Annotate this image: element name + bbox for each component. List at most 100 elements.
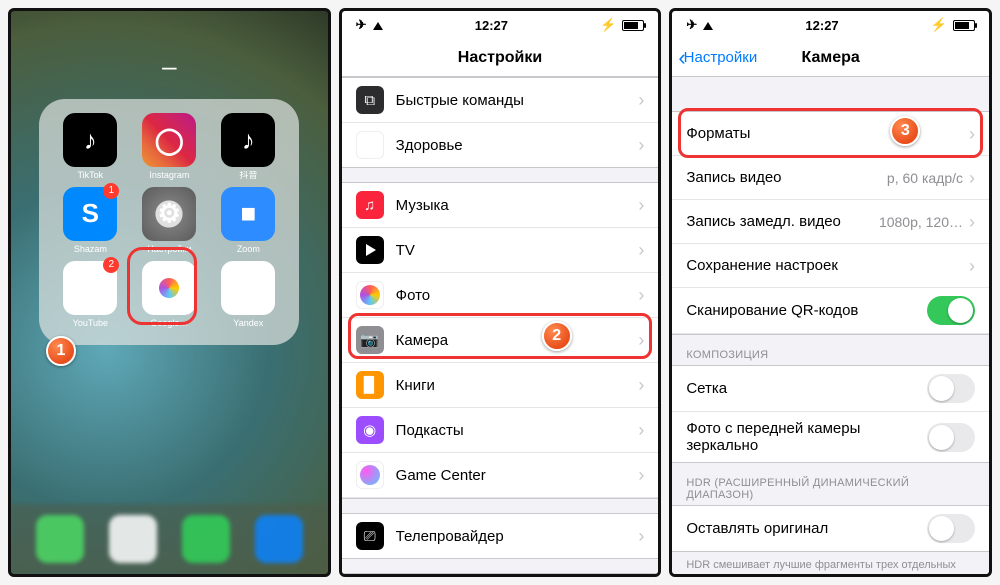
row-record-slomo[interactable]: Запись замедл. видео 1080p, 120… › xyxy=(672,200,989,244)
home-top-spacer: – xyxy=(11,11,328,71)
battery-icon xyxy=(622,20,644,31)
camera-icon: 📷 xyxy=(356,326,384,354)
status-time: 12:27 xyxy=(805,18,838,33)
chevron-right-icon: › xyxy=(638,527,644,545)
instagram-icon: ◯ xyxy=(142,113,196,167)
camera-settings-screen: ✈ 12:27 ⚡ ‹ Настройки Камера Форматы › З… xyxy=(669,8,992,577)
chevron-right-icon: › xyxy=(638,136,644,154)
dock-app[interactable] xyxy=(255,515,303,563)
app-instagram[interactable]: ◯ Instagram xyxy=(134,113,204,181)
app-zoom[interactable]: ■ Zoom xyxy=(213,187,283,255)
provider-icon: ⎚ xyxy=(356,522,384,550)
section: ♫ Музыка › TV › Фото › 📷 Камера › ▉ К xyxy=(342,182,659,499)
signal-icon: ⚡ xyxy=(931,17,947,33)
app-douyin[interactable]: ♪ 抖音 xyxy=(213,113,283,181)
app-label: TikTok xyxy=(55,171,125,181)
section: Форматы › Запись видео р, 60 кадр/с › За… xyxy=(672,111,989,335)
notification-badge: 1 xyxy=(103,183,119,199)
nav-bar: Настройки xyxy=(342,39,659,77)
row-label: Музыка xyxy=(396,197,639,214)
page-title: Настройки xyxy=(458,49,542,67)
row-grid[interactable]: Сетка xyxy=(672,366,989,412)
gamecenter-icon xyxy=(356,461,384,489)
row-camera[interactable]: 📷 Камера › xyxy=(342,318,659,363)
chevron-right-icon: › xyxy=(638,196,644,214)
row-health[interactable]: ♥ Здоровье › xyxy=(342,123,659,167)
row-label: Книги xyxy=(396,377,639,394)
podcasts-icon: ◉ xyxy=(356,416,384,444)
toggle-qr[interactable] xyxy=(927,296,975,325)
section-footer-hdr: HDR смешивает лучшие фрагменты трех отде… xyxy=(672,552,989,574)
row-label: Сетка xyxy=(686,380,927,397)
dock-app[interactable] xyxy=(109,515,157,563)
row-label: Телепровайдер xyxy=(396,528,639,545)
folder-row: ♪ TikTok ◯ Instagram ♪ 抖音 xyxy=(55,113,283,181)
dock-app[interactable] xyxy=(182,515,230,563)
page-title: Камера xyxy=(802,49,860,67)
status-time: 12:27 xyxy=(475,18,508,33)
row-tv[interactable]: TV › xyxy=(342,228,659,273)
tv-icon xyxy=(356,236,384,264)
row-label: Оставлять оригинал xyxy=(686,520,927,537)
chevron-right-icon: › xyxy=(969,257,975,275)
app-label: Shazam xyxy=(55,245,125,255)
row-podcasts[interactable]: ◉ Подкасты › xyxy=(342,408,659,453)
callout-2: 2 xyxy=(542,321,572,351)
app-yandex[interactable]: Y Yandex xyxy=(213,261,283,329)
row-label: Запись видео xyxy=(686,169,887,186)
chevron-right-icon: › xyxy=(969,169,975,187)
camera-body[interactable]: Форматы › Запись видео р, 60 кадр/с › За… xyxy=(672,77,989,574)
row-books[interactable]: ▉ Книги › xyxy=(342,363,659,408)
row-photos[interactable]: Фото › xyxy=(342,273,659,318)
row-qr-scan[interactable]: Сканирование QR-кодов xyxy=(672,288,989,334)
row-keep-original[interactable]: Оставлять оригинал xyxy=(672,506,989,551)
toggle-mirror[interactable] xyxy=(927,423,975,452)
settings-body[interactable]: ⧉ Быстрые команды › ♥ Здоровье › ♫ Музык… xyxy=(342,77,659,574)
chevron-right-icon: › xyxy=(638,331,644,349)
app-label: YouTube xyxy=(55,319,125,329)
row-mirror-front[interactable]: Фото с передней камеры зеркально xyxy=(672,412,989,462)
yandex-icon: Y xyxy=(221,261,275,315)
airplane-icon: ✈ xyxy=(356,17,367,33)
row-provider[interactable]: ⎚ Телепровайдер › xyxy=(342,514,659,558)
row-label: Здоровье xyxy=(396,137,639,154)
zoom-icon: ■ xyxy=(221,187,275,241)
music-icon: ♫ xyxy=(356,191,384,219)
toggle-keep-original[interactable] xyxy=(927,514,975,543)
row-preserve-settings[interactable]: Сохранение настроек › xyxy=(672,244,989,288)
chevron-right-icon: › xyxy=(638,376,644,394)
books-icon: ▉ xyxy=(356,371,384,399)
photos-icon xyxy=(356,281,384,309)
wifi-icon xyxy=(373,18,383,33)
back-button[interactable]: ‹ Настройки xyxy=(678,39,757,76)
toggle-grid[interactable] xyxy=(927,374,975,403)
chevron-right-icon: › xyxy=(638,241,644,259)
settings-icon: ⚙ xyxy=(142,187,196,241)
row-label: Фото с передней камеры зеркально xyxy=(686,420,927,454)
row-label: Быстрые команды xyxy=(396,92,639,109)
app-youtube[interactable]: 2 ▶ YouTube xyxy=(55,261,125,329)
row-shortcuts[interactable]: ⧉ Быстрые команды › xyxy=(342,78,659,123)
dock-app[interactable] xyxy=(36,515,84,563)
health-icon: ♥ xyxy=(356,131,384,159)
row-gamecenter[interactable]: Game Center › xyxy=(342,453,659,498)
row-music[interactable]: ♫ Музыка › xyxy=(342,183,659,228)
app-tiktok[interactable]: ♪ TikTok xyxy=(55,113,125,181)
section: ⧉ Быстрые команды › ♥ Здоровье › xyxy=(342,77,659,168)
row-formats[interactable]: Форматы › xyxy=(672,112,989,156)
row-record-video[interactable]: Запись видео р, 60 кадр/с › xyxy=(672,156,989,200)
chevron-right-icon: › xyxy=(638,286,644,304)
home-screen: – ♪ TikTok ◯ Instagram ♪ 抖音 1 S Shazam xyxy=(8,8,331,577)
row-label: Фото xyxy=(396,287,639,304)
row-value: 1080p, 120… xyxy=(879,214,963,230)
row-label: Game Center xyxy=(396,467,639,484)
app-label: Zoom xyxy=(213,245,283,255)
app-shazam[interactable]: 1 S Shazam xyxy=(55,187,125,255)
chevron-right-icon: › xyxy=(969,213,975,231)
section: Сетка Фото с передней камеры зеркально xyxy=(672,365,989,463)
app-label: Yandex xyxy=(213,319,283,329)
app-label: 抖音 xyxy=(213,171,283,181)
app-settings[interactable]: ⚙ Настройки xyxy=(134,187,204,255)
settings-list-screen: ✈ 12:27 ⚡ Настройки ⧉ Быстрые команды › … xyxy=(339,8,662,577)
callout-1: 1 xyxy=(46,336,76,366)
